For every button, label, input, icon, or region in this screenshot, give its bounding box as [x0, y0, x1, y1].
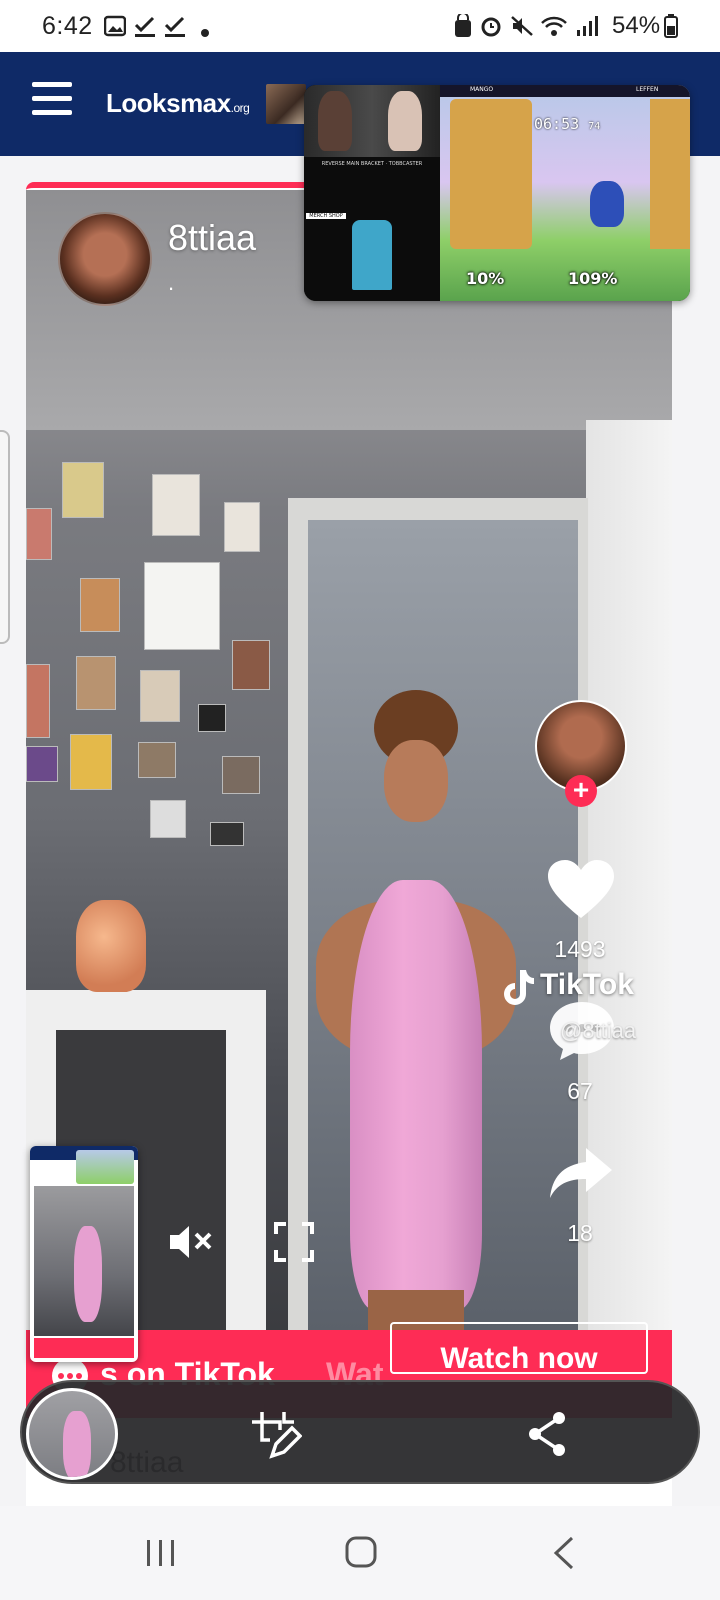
status-time: 6:42	[42, 12, 93, 40]
p1-damage: 10%	[466, 269, 505, 288]
back-icon[interactable]	[552, 1535, 576, 1571]
commentator-cam	[304, 85, 440, 157]
wall-poster	[76, 656, 116, 710]
crop-edit-icon[interactable]	[250, 1410, 302, 1462]
speaker-mute-icon[interactable]	[168, 1222, 214, 1262]
recent-apps-icon[interactable]	[145, 1538, 177, 1568]
p2-damage: 109%	[568, 269, 618, 288]
wall-poster	[150, 800, 186, 838]
creator-username[interactable]: 8ttiaa	[168, 217, 256, 259]
edge-panel-handle[interactable]	[0, 430, 10, 644]
wall-poster	[70, 734, 112, 790]
wall-poster	[26, 746, 58, 782]
wall-poster	[232, 640, 270, 690]
share-count: 18	[567, 1220, 593, 1246]
cam-caption: REVERSE MAIN BRACKET · TOBBCASTER	[321, 161, 423, 167]
mute-status-icon	[511, 16, 533, 36]
game-wall-left	[450, 99, 532, 249]
wall-poster	[198, 704, 226, 732]
logo-suffix: .org	[230, 101, 250, 115]
tiktok-watermark: TikTok	[540, 968, 634, 1001]
salt-lamp	[76, 900, 146, 992]
like-count: 1493	[554, 936, 606, 962]
wifi-icon	[541, 16, 567, 36]
wall-poster	[224, 502, 260, 552]
screenshot-toolbar	[20, 1380, 700, 1484]
merch-shop-label: MERCH SHOP	[306, 213, 346, 219]
share-icon[interactable]	[525, 1410, 569, 1458]
checkmark-icon	[164, 16, 185, 37]
wall-poster	[26, 508, 52, 560]
signal-icon	[577, 16, 598, 36]
sync-lock-icon	[455, 14, 471, 37]
status-bar: 6:42 54%	[0, 0, 720, 52]
floating-screenshot-preview[interactable]	[30, 1146, 138, 1362]
game-topbar: MANGO LEFFEN	[440, 85, 690, 97]
wall-poster	[210, 822, 244, 846]
creator-bio: .	[168, 270, 175, 295]
wall-poster	[138, 742, 176, 778]
share-arrow-icon[interactable]	[548, 1146, 614, 1200]
wall-poster	[152, 474, 200, 536]
wall-poster	[62, 462, 104, 518]
fullscreen-icon[interactable]	[274, 1222, 314, 1262]
menu-icon[interactable]	[32, 82, 72, 116]
like-heart-icon[interactable]	[546, 858, 616, 920]
checkmark-icon	[134, 16, 155, 37]
follow-plus-button[interactable]: +	[565, 775, 597, 807]
wall-poster	[144, 562, 220, 650]
game-stream-overlay[interactable]: REVERSE MAIN BRACKET · TOBBCASTER MERCH …	[304, 85, 690, 301]
wall-poster	[80, 578, 120, 632]
alarm-icon	[481, 17, 501, 37]
game-wall-right	[650, 99, 690, 249]
game-character	[590, 181, 624, 227]
creator-avatar[interactable]	[58, 212, 152, 306]
game-timer: 06:53 74	[534, 115, 601, 133]
video-person	[316, 690, 516, 1330]
tiktok-logo-icon	[504, 970, 534, 1005]
p2-name: LEFFEN	[636, 86, 659, 93]
screenshot-thumbnail[interactable]	[26, 1388, 118, 1480]
game-screen: MANGO LEFFEN 06:53 74 10% 109%	[440, 85, 690, 301]
battery-icon	[664, 14, 678, 38]
watch-now-button[interactable]: Watch now	[390, 1322, 648, 1374]
logo-main: Looksmax	[106, 88, 231, 118]
site-logo[interactable]: Looksmax.org	[106, 88, 250, 119]
wall-poster	[222, 756, 260, 794]
tiktok-watermark-user: @8ttiaa	[560, 1018, 637, 1043]
notification-dot-icon	[201, 29, 209, 37]
wall-poster	[26, 664, 50, 738]
battery-percent: 54%	[612, 12, 661, 39]
comment-count: 67	[567, 1078, 593, 1104]
merch-tank-top	[352, 220, 392, 290]
p1-name: MANGO	[470, 86, 494, 93]
stream-sidebar: REVERSE MAIN BRACKET · TOBBCASTER MERCH …	[304, 85, 440, 301]
screen: 6:42 54% Looksmax.org 8ttiaa . + 1493 67…	[0, 0, 720, 1600]
home-icon[interactable]	[344, 1535, 378, 1569]
header-user-avatar[interactable]	[266, 84, 306, 124]
gallery-icon	[104, 15, 126, 37]
wall-poster	[140, 670, 180, 722]
